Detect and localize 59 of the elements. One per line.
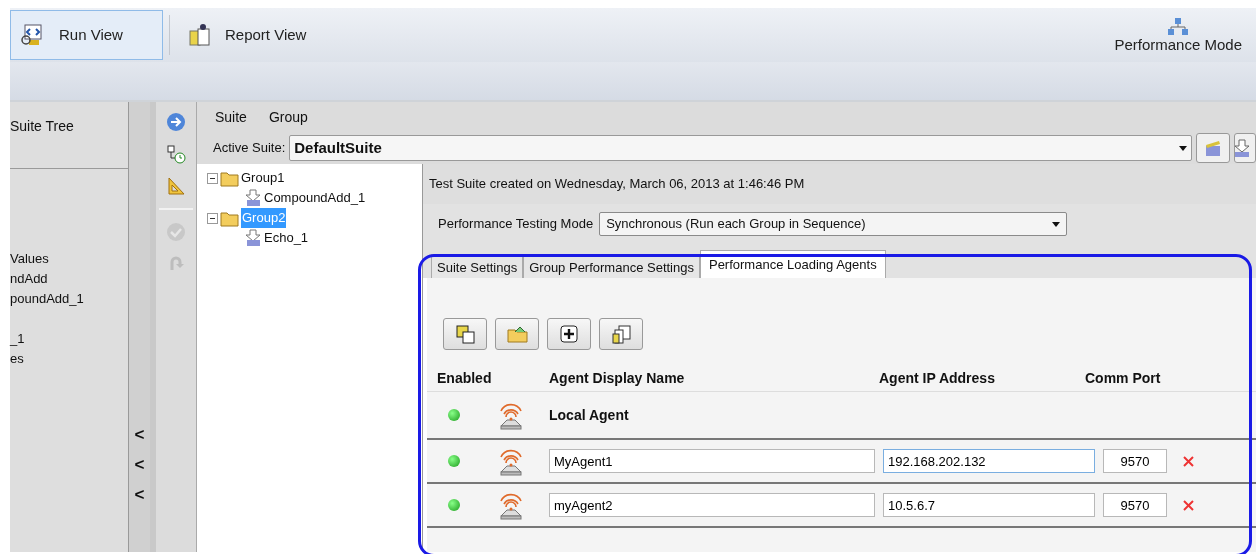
folder-icon — [220, 169, 239, 187]
column-header: Agent Display Name — [549, 370, 685, 386]
document-icon — [187, 23, 211, 47]
clapper-button[interactable] — [1196, 133, 1230, 163]
caret-icon — [1052, 221, 1061, 227]
download-icon — [245, 229, 262, 247]
menu-item[interactable]: Group — [268, 106, 308, 128]
ip-field[interactable]: 10.5.6.7 — [883, 493, 1095, 517]
download-icon — [245, 189, 262, 207]
name-field[interactable]: myAgent2 — [549, 493, 875, 517]
delete-icon[interactable] — [1183, 455, 1194, 467]
mode-label: Performance Testing Mode — [438, 215, 594, 234]
suite-dropdown[interactable]: DefaultSuite — [289, 135, 1192, 161]
caret-icon — [1179, 145, 1187, 151]
tree-node[interactable]: Echo_1 — [264, 228, 309, 248]
add-button[interactable] — [547, 318, 591, 350]
report-view-button[interactable]: Report View — [176, 10, 330, 60]
collapse-arrow[interactable]: < — [134, 424, 145, 446]
import-button[interactable] — [1234, 133, 1256, 163]
collapse-icon[interactable] — [207, 172, 218, 184]
panel-title: Suite Tree — [10, 118, 74, 134]
save-button[interactable] — [443, 318, 487, 350]
mode-dropdown[interactable]: Synchronous (Run each Group in Sequence) — [599, 212, 1068, 236]
open-button[interactable] — [495, 318, 539, 350]
column-header: Enabled — [437, 370, 492, 386]
clock-icon[interactable] — [166, 144, 186, 164]
performance-mode-label: Performance Mode — [1114, 36, 1242, 54]
tree-node[interactable]: CompoundAdd_1 — [264, 188, 366, 208]
tree-item[interactable]: Values — [10, 249, 128, 269]
copy-icon — [610, 323, 632, 345]
run-view-button[interactable]: Run View — [10, 10, 163, 60]
plus-icon — [558, 323, 580, 345]
created-info-text: Test Suite created on Wednesday, March 06, 2013 at 1:46:46 PM — [429, 175, 805, 194]
tree-item[interactable]: _1 — [10, 329, 128, 349]
tree-node[interactable]: Group1 — [241, 168, 285, 188]
collapse-icon[interactable] — [207, 212, 218, 224]
ip-field[interactable]: 192.168.202.132 — [883, 449, 1095, 473]
clapperboard-icon — [1203, 138, 1223, 158]
port-field[interactable]: 9570 — [1103, 449, 1167, 473]
menu-item[interactable]: Suite — [215, 106, 247, 128]
download-icon — [1235, 138, 1249, 158]
tree-item[interactable]: es — [10, 349, 128, 369]
copy-button[interactable] — [599, 318, 643, 350]
port-field[interactable]: 9570 — [1103, 493, 1167, 517]
triangle-ruler-icon[interactable] — [166, 176, 186, 196]
tree-item[interactable]: poundAdd_1 — [10, 289, 128, 309]
collapse-arrow[interactable]: < — [134, 454, 145, 476]
agent-name: Local Agent — [548, 405, 629, 425]
delete-icon[interactable] — [1183, 499, 1194, 511]
active-suite-label: Active Suite: — [213, 139, 286, 158]
column-header: Agent IP Address — [879, 370, 995, 386]
network-icon — [1167, 16, 1190, 37]
name-field[interactable]: MyAgent1 — [549, 449, 875, 473]
tree-item[interactable]: ndAdd — [10, 269, 128, 289]
monitor-icon — [21, 23, 45, 47]
floppy-icon — [454, 323, 476, 345]
folder-icon — [220, 209, 239, 227]
collapse-arrow[interactable]: < — [134, 484, 145, 506]
column-header: Comm Port — [1085, 370, 1161, 386]
